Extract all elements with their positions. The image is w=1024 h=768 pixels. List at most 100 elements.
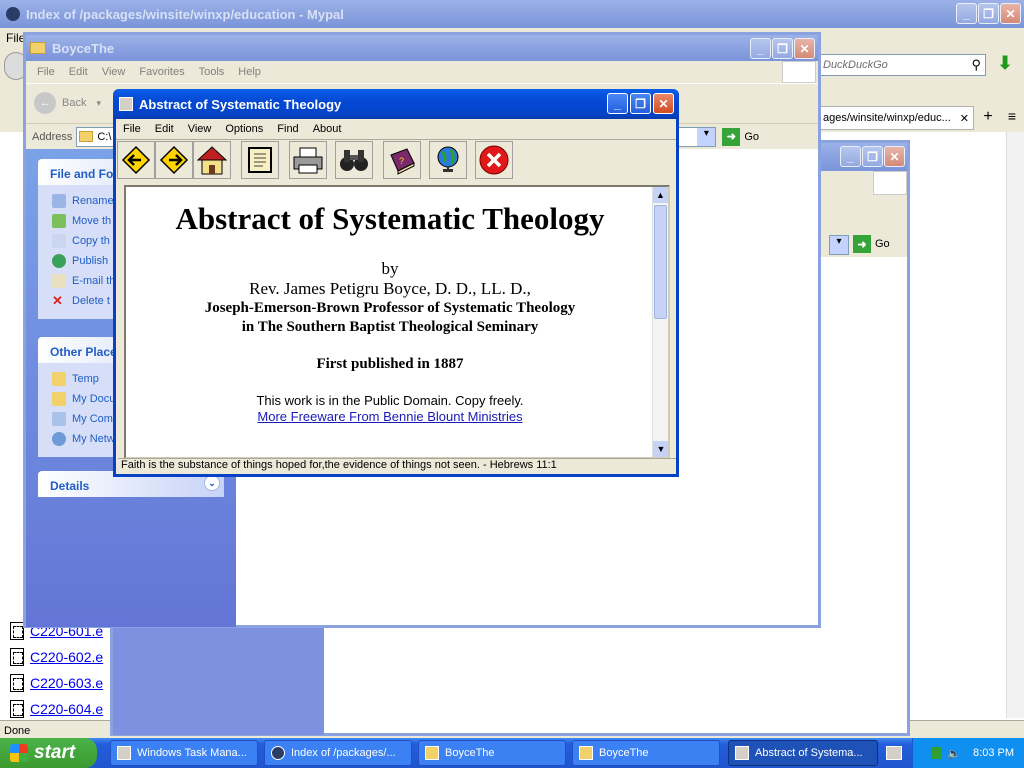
task-button-boycethe-2[interactable]: BoyceThe <box>572 740 720 766</box>
explorer-menu-edit[interactable]: Edit <box>62 66 95 78</box>
app-menu-find[interactable]: Find <box>270 123 305 135</box>
globe-icon <box>52 254 66 268</box>
file-link[interactable]: C220-604.e <box>30 701 103 717</box>
explorer-back-button[interactable]: ← Back ▾ <box>34 92 101 114</box>
back-dropdown-icon: ▾ <box>96 97 101 108</box>
folder-icon <box>30 42 46 54</box>
explorer2-close-button[interactable]: ✕ <box>884 146 905 167</box>
app-menu-about[interactable]: About <box>306 123 349 135</box>
task-button-abstract[interactable]: Abstract of Systema... <box>728 740 878 766</box>
toolbar-home-button[interactable] <box>193 141 231 179</box>
public-domain-note: This work is in the Public Domain. Copy … <box>256 393 524 408</box>
details-title: Details <box>50 479 90 493</box>
new-tab-button[interactable]: + <box>978 108 998 128</box>
toolbar-bible-button[interactable]: ? <box>383 141 421 179</box>
list-item[interactable]: C220-604.e <box>10 700 103 718</box>
explorer-menu-file[interactable]: File <box>30 66 62 78</box>
app-minimize-button[interactable]: _ <box>607 93 628 114</box>
explorer2-go-button[interactable]: ➜ Go <box>853 235 890 253</box>
start-label: start <box>34 742 76 763</box>
task-email-label: E-mail th <box>72 275 116 287</box>
list-item[interactable]: C220-603.e <box>10 674 103 692</box>
scroll-down-icon[interactable]: ▼ <box>653 441 668 457</box>
chevron-down-icon[interactable]: ⌄ <box>204 475 220 491</box>
explorer-minimize-button[interactable]: _ <box>750 38 771 59</box>
windows-logo-icon <box>873 171 907 195</box>
printer-icon <box>293 147 323 174</box>
volume-icon[interactable]: 🔈 <box>947 747 961 760</box>
toolbar-back-button[interactable] <box>117 141 155 179</box>
browser-search-box[interactable]: DuckDuckGo ⚲ <box>818 54 986 76</box>
browser-scrollbar[interactable] <box>1006 132 1024 718</box>
task-label: BoyceThe <box>445 747 495 759</box>
file-icon <box>10 700 24 718</box>
freeware-link[interactable]: More Freeware From Bennie Blount Ministr… <box>126 409 654 424</box>
search-icon[interactable]: ⚲ <box>971 57 981 73</box>
browser-icon <box>271 746 285 760</box>
explorer2-address-dropdown[interactable]: ▾ <box>829 235 849 255</box>
task-button-browser[interactable]: Index of /packages/... <box>264 740 412 766</box>
toolbar-print-button[interactable] <box>289 141 327 179</box>
app-statusbar: Faith is the substance of things hoped f… <box>118 458 676 474</box>
app-menubar: File Edit View Options Find About <box>116 119 676 139</box>
task-label: Abstract of Systema... <box>755 747 863 759</box>
documents-icon <box>52 392 66 406</box>
explorer-menu-view[interactable]: View <box>95 66 133 78</box>
task-button-task-manager[interactable]: Windows Task Mana... <box>110 740 258 766</box>
app-maximize-button[interactable]: ❐ <box>630 93 651 114</box>
explorer2-maximize-button[interactable]: ❐ <box>862 146 883 167</box>
app-menu-view[interactable]: View <box>181 123 219 135</box>
explorer-title: BoyceThe <box>52 40 115 56</box>
start-button[interactable]: start <box>0 738 97 768</box>
browser-minimize-button[interactable]: _ <box>956 3 977 24</box>
rename-icon <box>52 194 66 208</box>
explorer-address-label: Address <box>32 130 73 143</box>
close-circle-icon <box>479 145 509 175</box>
address-dropdown-icon[interactable]: ▾ <box>697 127 716 146</box>
place-temp-label: Temp <box>72 373 99 385</box>
keyboard-icon[interactable] <box>886 746 902 760</box>
browser-tab[interactable]: ages/winsite/winxp/educ... ✕ <box>818 106 974 130</box>
content-scrollbar[interactable]: ▲ ▼ <box>652 187 668 457</box>
file-link[interactable]: C220-602.e <box>30 649 103 665</box>
network-icon[interactable] <box>931 747 942 759</box>
system-tray: 🔈 8:03 PM <box>912 738 1024 768</box>
folder-icon <box>79 131 94 142</box>
browser-close-button[interactable]: ✕ <box>1000 3 1021 24</box>
explorer2-minimize-button[interactable]: _ <box>840 146 861 167</box>
browser-maximize-button[interactable]: ❐ <box>978 3 999 24</box>
explorer-menu-tools[interactable]: Tools <box>192 66 232 78</box>
move-icon <box>52 214 66 228</box>
file-link[interactable]: C220-603.e <box>30 675 103 691</box>
app-menu-file[interactable]: File <box>116 123 148 135</box>
clock[interactable]: 8:03 PM <box>973 747 1014 759</box>
go-arrow-icon: ➜ <box>722 127 741 146</box>
folder-icon <box>425 746 439 760</box>
toolbar-web-button[interactable] <box>429 141 467 179</box>
explorer-go-label: Go <box>744 130 760 143</box>
tab-close-icon[interactable]: ✕ <box>960 112 969 125</box>
app-content: Abstract of Systematic Theology by Rev. … <box>124 185 670 459</box>
toolbar-contents-button[interactable] <box>241 141 279 179</box>
app-close-button[interactable]: ✕ <box>653 93 674 114</box>
scroll-up-icon[interactable]: ▲ <box>653 187 668 203</box>
toolbar-exit-button[interactable] <box>475 141 513 179</box>
explorer-maximize-button[interactable]: ❐ <box>772 38 793 59</box>
app-menu-edit[interactable]: Edit <box>148 123 181 135</box>
app-menu-options[interactable]: Options <box>218 123 270 135</box>
explorer-go-button[interactable]: ➜ Go <box>722 127 760 146</box>
task-button-boycethe-1[interactable]: BoyceThe <box>418 740 566 766</box>
explorer-menu-favorites[interactable]: Favorites <box>132 66 191 78</box>
toolbar-forward-button[interactable] <box>155 141 193 179</box>
explorer-menu-help[interactable]: Help <box>231 66 268 78</box>
explorer-menubar: File Edit View Favorites Tools Help <box>26 61 818 83</box>
task-publish-label: Publish <box>72 255 109 267</box>
download-icon[interactable]: ⬇ <box>992 53 1018 77</box>
explorer-close-button[interactable]: ✕ <box>794 38 815 59</box>
tab-list-button[interactable]: ≡ <box>1002 108 1022 128</box>
forward-arrow-icon <box>159 145 189 175</box>
scroll-thumb[interactable] <box>654 205 667 319</box>
list-item[interactable]: C220-602.e <box>10 648 103 666</box>
toolbar-find-button[interactable] <box>335 141 373 179</box>
browser-tab-title: ages/winsite/winxp/educ... <box>823 112 951 124</box>
